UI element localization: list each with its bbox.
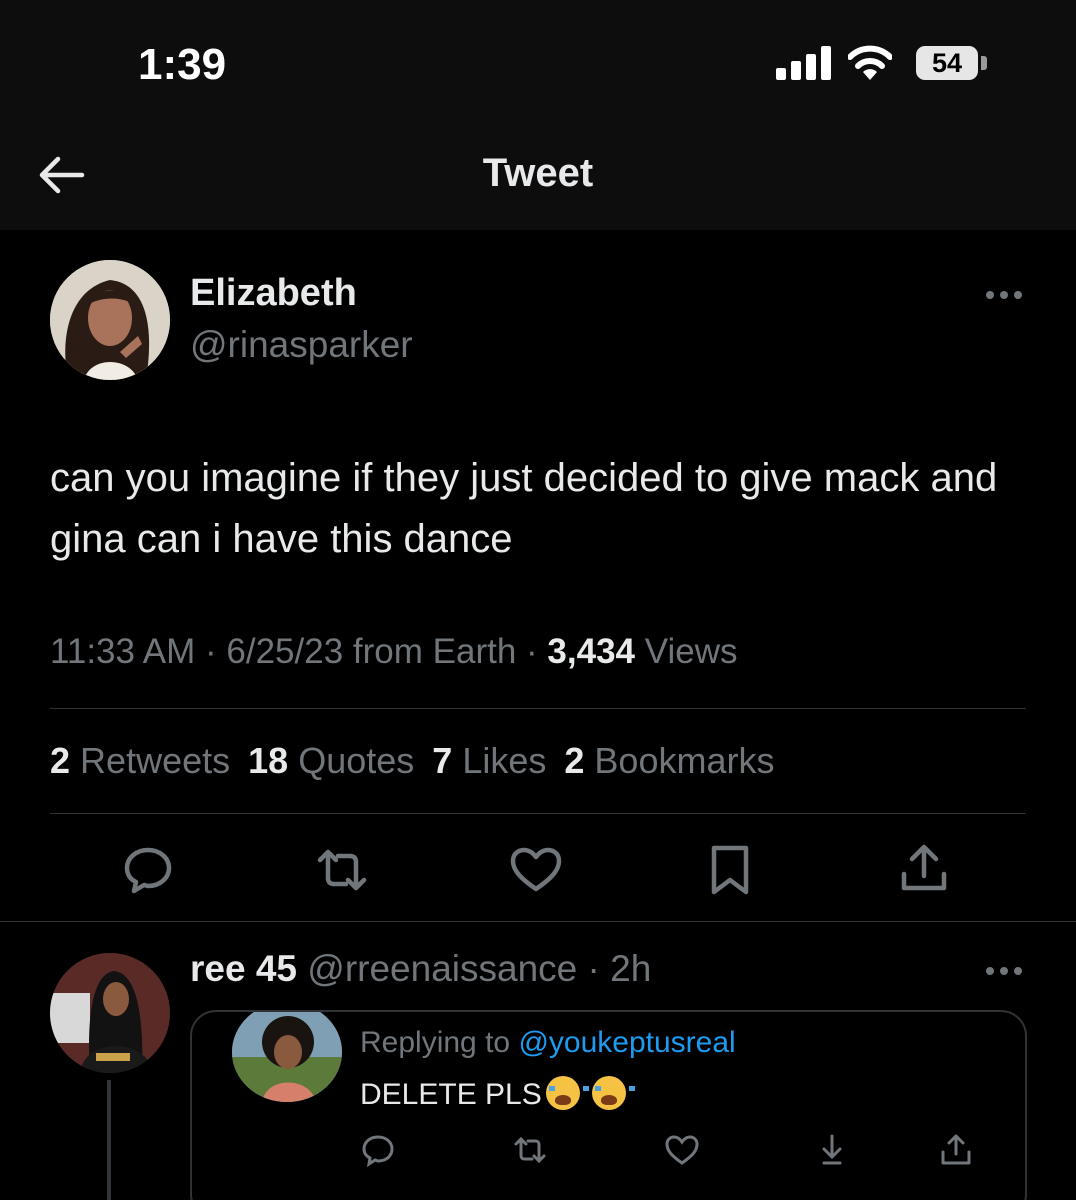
wifi-icon [848, 45, 892, 80]
reply-header: ree 45 @rreenaissance · 2h [190, 948, 651, 990]
author-avatar[interactable] [50, 260, 170, 380]
page-title: Tweet [482, 151, 594, 195]
reply-author-avatar[interactable] [50, 953, 170, 1073]
meta-separator: · [205, 632, 227, 671]
battery-indicator: 54 [916, 46, 978, 80]
status-bar: 1:39 54 [0, 0, 1076, 125]
quoted-media-card[interactable]: Replying to @youkeptusreal DELETE PLS [190, 1010, 1027, 1200]
quoted-text: DELETE PLS [360, 1076, 636, 1112]
replying-handle: @youkeptusreal [518, 1026, 736, 1059]
reply-author-name[interactable]: ree 45 [190, 948, 297, 989]
tweet-date-source: 6/25/23 from Earth [226, 632, 517, 671]
meta-separator: · [577, 948, 611, 989]
stat-likes[interactable]: 7 Likes [432, 740, 546, 781]
quoted-share-icon [941, 1134, 971, 1165]
more-options-icon[interactable] [986, 288, 1026, 302]
tweet-time: 11:33 AM [50, 632, 196, 671]
avatar-photo [50, 260, 170, 380]
stat-label: Retweets [80, 740, 231, 781]
divider [50, 813, 1026, 814]
views-label: Views [644, 632, 738, 671]
reply-icon[interactable] [120, 842, 176, 898]
stat-count: 7 [432, 740, 453, 781]
stat-count: 2 [564, 740, 585, 781]
battery-nub [981, 56, 987, 70]
stat-retweets[interactable]: 2 Retweets [50, 740, 230, 781]
quoted-avatar [232, 1012, 342, 1102]
thread-line [107, 1080, 111, 1200]
author-name[interactable]: Elizabeth [190, 272, 357, 315]
stat-label: Quotes [298, 740, 415, 781]
quoted-retweet-icon [514, 1136, 546, 1164]
quoted-text-content: DELETE PLS [360, 1078, 542, 1111]
meta-separator: · [526, 632, 548, 671]
replying-prefix: Replying to [360, 1026, 511, 1059]
stat-bookmarks[interactable]: 2 Bookmarks [564, 740, 774, 781]
bookmark-icon[interactable] [702, 842, 758, 898]
quoted-like-icon [665, 1135, 699, 1165]
avatar-photo [50, 953, 170, 1073]
divider [0, 921, 1076, 922]
cellular-signal-icon [776, 46, 832, 80]
reply-author-handle[interactable]: @rreenaissance [307, 948, 577, 989]
like-icon[interactable] [508, 842, 564, 898]
divider [50, 708, 1026, 709]
quoted-download-icon [822, 1134, 842, 1165]
author-handle[interactable]: @rinasparker [190, 324, 413, 366]
reply-time: 2h [610, 948, 652, 989]
quoted-replying-to: Replying to @youkeptusreal [360, 1026, 736, 1060]
status-time: 1:39 [138, 40, 227, 89]
reply-more-options-icon[interactable] [986, 964, 1026, 978]
tweet-stats: 2 Retweets 18 Quotes 7 Likes 2 Bookmarks [50, 740, 792, 782]
stat-quotes[interactable]: 18 Quotes [248, 740, 414, 781]
stat-count: 18 [248, 740, 289, 781]
crying-face-emoji-icon [592, 1076, 636, 1110]
stat-label: Bookmarks [594, 740, 775, 781]
quoted-reply-icon [362, 1135, 394, 1168]
views-count: 3,434 [547, 632, 636, 671]
avatar-photo [232, 1012, 342, 1102]
share-icon[interactable] [896, 842, 952, 898]
crying-face-emoji-icon [545, 1076, 589, 1110]
tweet-meta: 11:33 AM · 6/25/23 from Earth · 3,434 Vi… [50, 632, 737, 672]
stat-label: Likes [462, 740, 547, 781]
retweet-icon[interactable] [314, 842, 370, 898]
top-header: Tweet [0, 125, 1076, 230]
stat-count: 2 [50, 740, 71, 781]
tweet-text: can you imagine if they just decided to … [50, 456, 998, 561]
